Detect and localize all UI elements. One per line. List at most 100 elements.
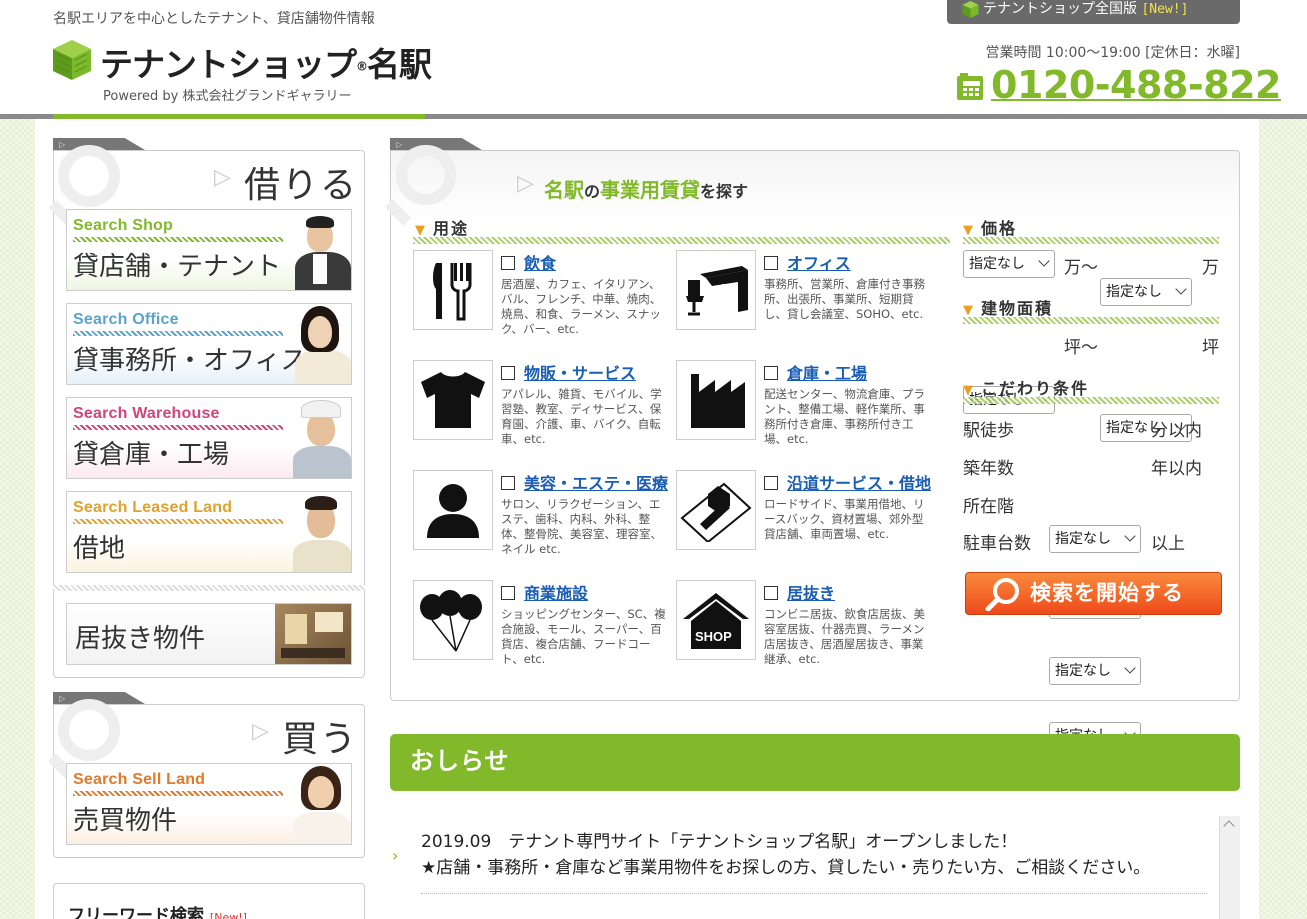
category-office[interactable]: オフィス 事務所、営業所、倉庫付き事務所、出張所、事業所、短期貸し、貸し会議室、… (764, 250, 930, 322)
category-food-title[interactable]: 飲食 (501, 250, 666, 274)
cat-icon-box[interactable] (676, 360, 756, 440)
category-roadside[interactable]: 沿道サービス・借地 ロードサイド、事業用借地、リースバック、資材置場、郊外型貸店… (764, 470, 931, 542)
site-header: 名駅エリアを中心としたテナント、貸店舗物件情報 テナントショップ®名駅 Powe… (0, 0, 1307, 114)
buy-title: 買う (282, 719, 359, 760)
age-suffix: 年以内 (1151, 459, 1202, 479)
area-heading: ▼ 建物面積 (963, 295, 1053, 319)
select-value: 指定なし (1055, 663, 1111, 679)
category-commercial[interactable]: 商業施設 ショッピングセンター、SC、複合施設、モール、スーパー、百貨店、複合店… (501, 580, 666, 667)
card-search-shop[interactable]: Search Shop 貸店舗・テナント (66, 209, 352, 291)
category-beauty-title[interactable]: 美容・エステ・医療 (501, 470, 668, 494)
card-stripe (73, 791, 283, 796)
retail-checkbox[interactable] (501, 366, 515, 380)
search-title-station: 名駅 (544, 178, 584, 202)
loupe-decoration (58, 699, 120, 761)
floor-select[interactable]: 指定なし (1049, 657, 1141, 685)
category-desc: ロードサイド、事業用借地、リースバック、資材置場、郊外型貸店舗、車両置場、etc… (764, 497, 925, 541)
inuki-checkbox[interactable] (764, 586, 778, 600)
cat-icon-box[interactable] (413, 470, 493, 550)
price-max-select[interactable]: 指定なし (1100, 278, 1192, 306)
price-heading-underline (963, 237, 1219, 244)
parking-suffix: 以上 (1151, 534, 1185, 554)
scroll-up-icon[interactable] (1223, 820, 1235, 832)
loupe-decoration (396, 145, 456, 205)
category-roadside-title[interactable]: 沿道サービス・借地 (764, 470, 931, 494)
news-scrollbar[interactable] (1219, 816, 1240, 919)
chevron-down-icon (1038, 255, 1050, 267)
category-retail[interactable]: 物販・サービス アパレル、雑貨、モバイル、学習塾、教室、ディサービス、保育園、介… (501, 360, 666, 447)
price-to-unit: 万 (1202, 258, 1219, 278)
smiling-woman-photo (289, 764, 351, 844)
category-commercial-title[interactable]: 商業施設 (501, 580, 666, 604)
office-woman-photo (289, 304, 351, 384)
card-search-sell-land[interactable]: Search Sell Land 売買物件 (66, 763, 352, 845)
site-tagline: 名駅エリアを中心としたテナント、貸店舗物件情報 (53, 11, 375, 27)
office-desk-icon (686, 266, 748, 316)
logo-station-text: 名駅 (367, 45, 432, 84)
card-search-leased-land[interactable]: Search Leased Land 借地 (66, 491, 352, 573)
roadside-checkbox[interactable] (764, 476, 778, 490)
person-icon (427, 484, 479, 538)
category-retail-title[interactable]: 物販・サービス (501, 360, 666, 384)
usage-heading-underline (413, 237, 950, 244)
powered-by: Powered by 株式会社グランドギャラリー (103, 89, 352, 104)
site-logo[interactable]: テナントショップ®名駅 (100, 38, 432, 86)
category-desc: 居酒屋、カフェ、イタリアン、バル、フレンチ、中華、焼肉、焼鳥、和食、ラーメン、ス… (501, 277, 662, 336)
news-item-line1: 2019.09 テナント専門サイト「テナントショップ名駅」オープンしました！ (421, 832, 1018, 852)
category-food[interactable]: 飲食 居酒屋、カフェ、イタリアン、バル、フレンチ、中華、焼肉、焼鳥、和食、ラーメ… (501, 250, 666, 337)
category-beauty[interactable]: 美容・エステ・医療 サロン、リラクゼーション、エステ、歯科、内科、外科、整体、整… (501, 470, 668, 557)
area-heading-text: 建物面積 (981, 299, 1054, 318)
heading-triangle-icon: ▼ (415, 223, 427, 238)
tshirt-icon (421, 372, 485, 428)
balloons-icon (420, 590, 482, 652)
business-hours: 営業時間 10:00～19:00 [定休日：水曜] (985, 45, 1240, 61)
rent-title: 借りる (244, 165, 359, 206)
category-desc: ショッピングセンター、SC、複合施設、モール、スーパー、百貨店、複合店舗、フード… (501, 607, 666, 666)
card-jp-label: 借地 (73, 534, 126, 564)
warehouse-checkbox[interactable] (764, 366, 778, 380)
national-site-link[interactable]: テナントショップ全国版 [New!] (947, 0, 1240, 24)
cat-icon-box[interactable] (413, 580, 493, 660)
national-new-badge: [New!] (1141, 2, 1189, 17)
category-office-title[interactable]: オフィス (764, 250, 930, 274)
card-jp-label: 貸倉庫・工場 (73, 440, 230, 470)
walk-suffix: 分以内 (1151, 421, 1202, 441)
news-item[interactable]: 2019.09 テナント専門サイト「テナントショップ名駅」オープンしました！ ★… (421, 829, 1150, 881)
card-search-office[interactable]: Search Office 貸事務所・オフィス (66, 303, 352, 385)
card-search-warehouse[interactable]: Search Warehouse 貸倉庫・工場 (66, 397, 352, 479)
title-arrow-icon: ▷ (214, 165, 231, 190)
area-heading-underline (963, 317, 1219, 324)
logo-cube-icon[interactable] (53, 40, 91, 80)
walk-select[interactable]: 指定なし (1049, 525, 1141, 553)
category-warehouse-title[interactable]: 倉庫・工場 (764, 360, 930, 384)
commercial-checkbox[interactable] (501, 586, 515, 600)
title-arrow-icon: ▷ (252, 719, 269, 744)
cat-icon-box[interactable] (676, 250, 756, 330)
category-inuki-title[interactable]: 居抜き (764, 580, 930, 604)
price-min-select[interactable]: 指定なし (963, 250, 1055, 278)
phone-number[interactable]: 0120-488-822 (991, 63, 1281, 107)
cat-icon-box[interactable] (676, 470, 756, 550)
news-separator (421, 893, 1207, 894)
card-en-label: Search Office (73, 311, 179, 328)
phone-icon (957, 73, 983, 100)
search-icon (985, 578, 1019, 611)
shop-label: SHOP (695, 629, 732, 644)
category-warehouse[interactable]: 倉庫・工場 配送センター、物流倉庫、プラント、整備工場、軽作業所、事務所付き倉庫… (764, 360, 930, 447)
office-checkbox[interactable] (764, 256, 778, 270)
card-inuki[interactable]: 居抜き物件 (66, 603, 352, 665)
select-value: 指定なし (969, 256, 1025, 272)
category-desc: 事務所、営業所、倉庫付き事務所、出張所、事業所、短期貸し、貸し会議室、SOHO、… (764, 277, 925, 321)
price-from-unit: 万～ (1064, 258, 1098, 278)
cat-icon-box[interactable] (413, 360, 493, 440)
cat-icon-box[interactable] (413, 250, 493, 330)
beauty-checkbox[interactable] (501, 476, 515, 490)
walk-label: 駅徒歩 (963, 421, 1014, 441)
man-photo (289, 492, 351, 572)
category-inuki[interactable]: 居抜き コンビニ居抜、飲食店居抜、美容室居抜、什器売買、ラーメン店居抜き、居酒屋… (764, 580, 930, 667)
food-checkbox[interactable] (501, 256, 515, 270)
floor-label: 所在階 (963, 497, 1014, 517)
cat-icon-box[interactable]: SHOP (676, 580, 756, 660)
usage-heading: ▼ 用途 (415, 215, 469, 239)
search-title: 名駅の事業用賃貸を探す (544, 174, 748, 203)
